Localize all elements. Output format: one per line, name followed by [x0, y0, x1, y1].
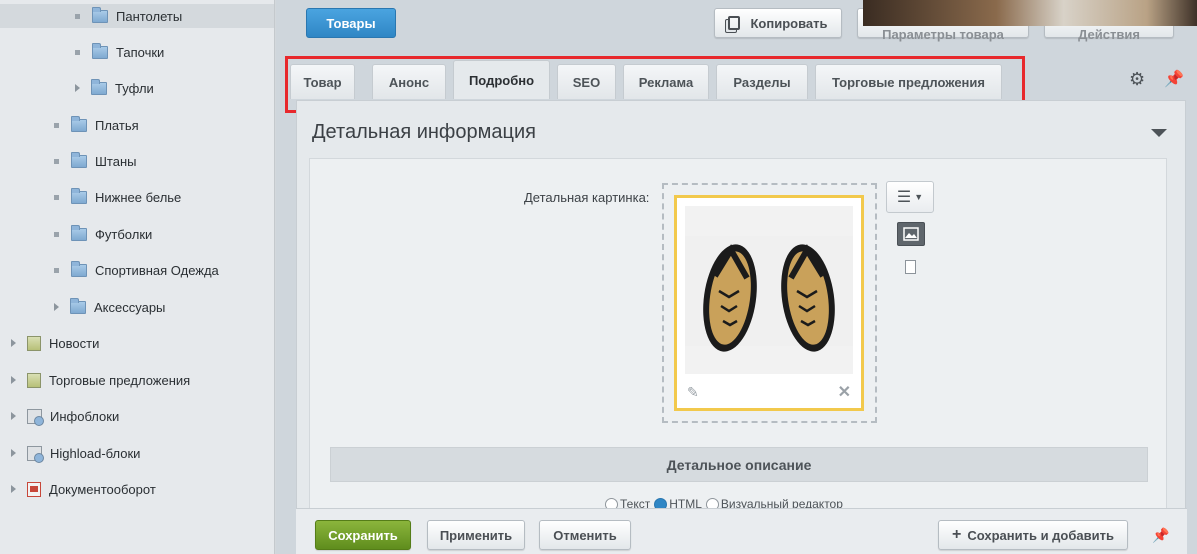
sidebar-item-label: Футболки	[95, 226, 153, 242]
folder-icon	[71, 187, 87, 204]
expand-arrow-icon[interactable]	[11, 412, 16, 420]
cancel-button-label: Отменить	[553, 527, 617, 543]
folder-icon	[92, 42, 108, 59]
back-to-products-button[interactable]: Товары	[306, 8, 396, 38]
bullet-icon	[54, 158, 59, 164]
sidebar-item-label: Спортивная Одежда	[95, 262, 219, 278]
sidebar-item-label: Новости	[49, 335, 100, 351]
detail-description-header: Детальное описание	[330, 447, 1148, 482]
sidebar-item-tapochki[interactable]: Тапочки	[75, 40, 164, 64]
save-and-add-button[interactable]: + Сохранить и добавить	[938, 520, 1128, 550]
sidebar-item-aksessuary[interactable]: Аксессуары	[54, 295, 165, 319]
folder-icon	[71, 151, 87, 168]
video-overlay	[863, 0, 1197, 26]
main-content: Товары Копировать Параметры товара Дейст…	[276, 0, 1197, 554]
detail-info-body: Детальная картинка: ✎ ✕ ☰ ▼ Детальное оп…	[309, 158, 1167, 554]
folder-icon	[70, 297, 86, 314]
back-button-label: Товары	[326, 15, 376, 31]
sidebar-item-torgovye-predlozheniya[interactable]: Торговые предложения	[11, 368, 190, 392]
expand-arrow-icon[interactable]	[11, 485, 16, 493]
pencil-icon[interactable]: ✎	[687, 384, 701, 400]
sidebar-item-label: Нижнее белье	[95, 189, 182, 205]
picture-preview[interactable]: ✎ ✕	[674, 195, 864, 411]
folder-icon	[91, 78, 107, 95]
sidebar-item-infobloki[interactable]: Инфоблоки	[11, 404, 119, 428]
copy-button-label: Копировать	[750, 15, 828, 31]
image-icon[interactable]	[897, 222, 925, 246]
picture-menu-button[interactable]: ☰ ▼	[886, 181, 934, 213]
pin-icon[interactable]: 📌	[1152, 527, 1169, 544]
bullet-icon	[54, 194, 59, 200]
expand-arrow-icon[interactable]	[75, 84, 80, 92]
menu-icon: ☰	[896, 189, 912, 206]
gear-icon[interactable]: ⚙	[1129, 69, 1145, 90]
folder-icon	[71, 224, 87, 241]
save-button-label: Сохранить	[328, 527, 398, 543]
detail-info-panel: Детальная информация Детальная картинка:	[296, 100, 1186, 554]
sidebar-item-label: Тапочки	[116, 44, 165, 60]
sidebar-item-label: Платья	[95, 117, 139, 133]
sidebar-tree: Пантолеты Тапочки Туфли Платья Штаны Ниж…	[0, 0, 275, 554]
sidebar-item-futbolki[interactable]: Футболки	[54, 222, 152, 246]
sidebar-item-highload-bloki[interactable]: Highload-блоки	[11, 441, 140, 465]
close-icon[interactable]: ✕	[838, 382, 851, 402]
form-footer: Сохранить Применить Отменить + Сохранить…	[296, 508, 1187, 554]
sidebar-item-label: Штаны	[95, 153, 137, 169]
infoblock-icon	[27, 408, 44, 426]
bullet-icon	[54, 267, 59, 273]
bullet-icon	[54, 231, 59, 237]
save-button[interactable]: Сохранить	[315, 520, 411, 550]
sidebar-item-platya[interactable]: Платья	[54, 113, 139, 137]
sidebar-item-label: Аксессуары	[94, 299, 166, 315]
sidebar-item-label: Highload-блоки	[50, 445, 141, 461]
save-and-add-label: Сохранить и добавить	[967, 527, 1114, 543]
expand-arrow-icon[interactable]	[11, 449, 16, 457]
bullet-icon	[54, 122, 59, 128]
sidebar-item-label: Пантолеты	[116, 8, 183, 24]
sidebar-item-label: Инфоблоки	[50, 408, 120, 424]
sidebar-item-label: Торговые предложения	[49, 372, 191, 388]
cancel-button[interactable]: Отменить	[539, 520, 631, 550]
sidebar-item-pantolety[interactable]: Пантолеты	[0, 4, 274, 28]
sidebar-item-dokumentooborot[interactable]: Документооборот	[11, 477, 156, 501]
actions-label: Действия	[1078, 26, 1140, 42]
file-icon[interactable]	[905, 260, 916, 274]
sidebar-item-label: Туфли	[115, 80, 154, 96]
copy-button[interactable]: Копировать	[714, 8, 842, 38]
copy-icon	[728, 16, 741, 30]
product-image	[685, 206, 853, 374]
sidebar-item-novosti[interactable]: Новости	[11, 331, 99, 355]
section-title: Детальная информация	[312, 121, 536, 143]
picture-dropzone[interactable]: ✎ ✕	[662, 183, 877, 423]
chevron-down-icon: ▼	[914, 192, 924, 202]
bullet-icon	[75, 13, 80, 19]
apply-button[interactable]: Применить	[427, 520, 525, 550]
folder-icon	[92, 6, 108, 23]
expand-arrow-icon[interactable]	[54, 303, 59, 311]
sidebar-item-shtany[interactable]: Штаны	[54, 149, 136, 173]
catalog-icon	[27, 372, 41, 388]
highload-icon	[27, 445, 44, 463]
folder-icon	[71, 260, 87, 277]
news-icon	[27, 335, 41, 351]
flip-flops-image	[685, 236, 853, 352]
expand-arrow-icon[interactable]	[11, 339, 16, 347]
sidebar-item-tufli[interactable]: Туфли	[75, 76, 154, 100]
detail-picture-label: Детальная картинка:	[524, 190, 650, 205]
apply-button-label: Применить	[439, 527, 513, 543]
bullet-icon	[75, 49, 80, 55]
sidebar-item-sportivnaya-odezhda[interactable]: Спортивная Одежда	[54, 258, 219, 282]
sidebar-item-nizhnee-belye[interactable]: Нижнее белье	[54, 185, 181, 209]
pin-icon[interactable]: 📌	[1164, 69, 1184, 89]
workflow-icon	[27, 481, 41, 497]
expand-arrow-icon[interactable]	[11, 376, 16, 384]
product-params-label: Параметры товара	[882, 26, 1004, 42]
image-glyph	[903, 227, 919, 241]
folder-icon	[71, 115, 87, 132]
collapse-arrow-icon[interactable]	[1151, 129, 1167, 137]
sidebar-item-label: Документооборот	[49, 481, 156, 497]
plus-icon: +	[952, 526, 962, 543]
